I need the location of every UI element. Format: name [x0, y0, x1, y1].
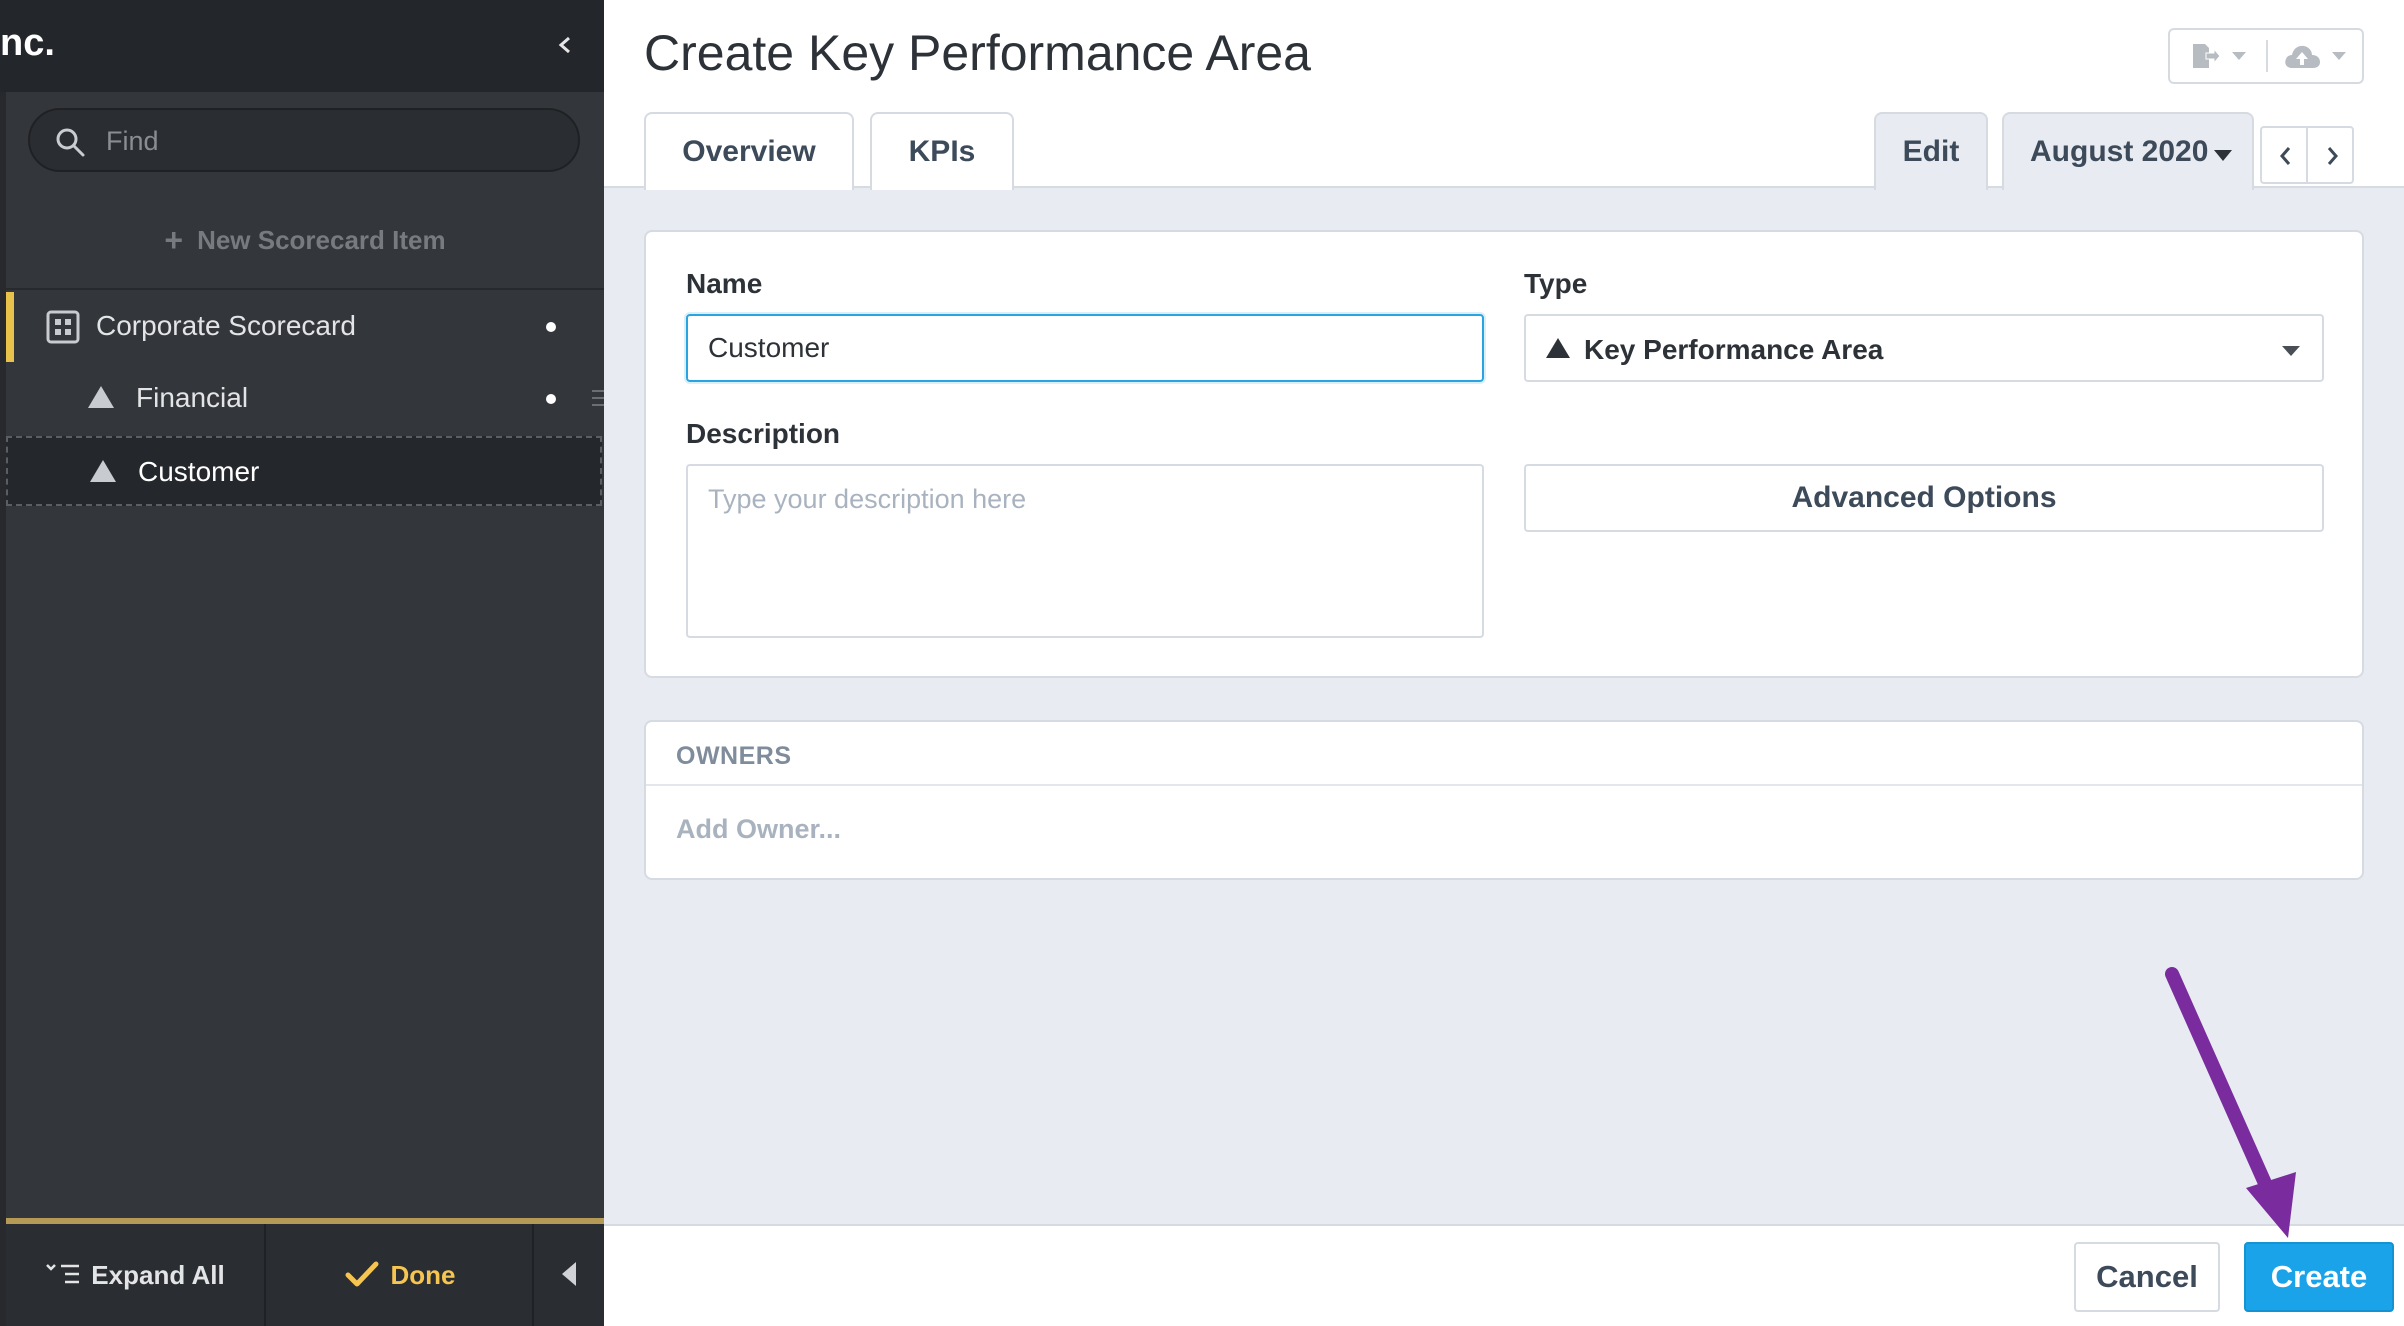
collapse-sidebar-button[interactable]	[548, 26, 582, 64]
add-owner-input[interactable]: Add Owner...	[676, 814, 841, 845]
active-accent-bar	[6, 292, 14, 362]
cloud-upload-button[interactable]	[2268, 30, 2364, 82]
owners-title: OWNERS	[676, 742, 792, 770]
tab-overview[interactable]: Overview	[644, 112, 854, 190]
done-button[interactable]: Done	[268, 1224, 534, 1326]
chevron-right-icon	[2327, 147, 2338, 165]
search-input[interactable]	[106, 120, 556, 162]
triangle-icon	[88, 386, 114, 408]
type-select-value: Key Performance Area	[1584, 334, 1884, 365]
scorecard-icon	[46, 310, 80, 344]
sidebar-item-label: Financial	[136, 382, 249, 413]
caret-down-icon	[2214, 150, 2232, 161]
description-input[interactable]	[686, 464, 1484, 638]
plus-icon: +	[164, 222, 184, 258]
details-form-card: Name Type Key Performance Area Descripti…	[644, 230, 2364, 678]
caret-down-icon	[2282, 346, 2300, 356]
cancel-button[interactable]: Cancel	[2074, 1242, 2220, 1312]
new-scorecard-item-button[interactable]: + New Scorecard Item	[6, 210, 604, 270]
next-period-button[interactable]	[2306, 126, 2354, 184]
tab-kpis[interactable]: KPIs	[870, 112, 1014, 190]
tab-edit[interactable]: Edit	[1874, 112, 1988, 190]
status-dot	[546, 322, 556, 332]
sidebar-item-label: Customer	[138, 456, 260, 487]
sidebar-item-customer[interactable]: Customer	[6, 436, 602, 506]
dropdown-caret-icon	[2232, 52, 2246, 60]
sidebar-edge	[0, 92, 6, 1326]
expand-all-label: Expand All	[91, 1260, 225, 1290]
triangle-icon	[90, 460, 116, 482]
search-box[interactable]	[28, 108, 580, 172]
page-footer: Cancel Create	[604, 1224, 2404, 1326]
owners-card: OWNERS Add Owner...	[644, 720, 2364, 880]
dropdown-caret-icon	[2332, 52, 2346, 60]
status-dot	[546, 394, 556, 404]
create-button[interactable]: Create	[2244, 1242, 2394, 1312]
expand-all-button[interactable]: Expand All	[6, 1224, 266, 1326]
owners-header: OWNERS	[646, 722, 2362, 786]
checkmark-icon	[345, 1261, 378, 1287]
search-icon	[56, 128, 85, 157]
main-panel: Create Key Performance Area Overview KPI…	[604, 0, 2404, 1326]
period-label: August 2020	[2030, 135, 2209, 168]
description-label: Description	[686, 418, 841, 449]
name-input[interactable]	[686, 314, 1484, 382]
triangle-icon	[1546, 338, 1570, 358]
advanced-options-button[interactable]: Advanced Options	[1524, 464, 2324, 532]
chevron-left-icon	[558, 36, 570, 54]
name-label: Name	[686, 268, 763, 299]
drag-handle-icon[interactable]	[592, 386, 604, 410]
sidebar: nc. + New Scorecard Item Corporate Scorec…	[0, 0, 604, 1326]
sidebar-item-financial[interactable]: Financial	[6, 364, 604, 434]
export-button[interactable]	[2170, 30, 2266, 82]
new-scorecard-item-label: New Scorecard Item	[197, 225, 446, 255]
cloud-upload-icon	[2285, 45, 2320, 68]
previous-period-button[interactable]	[2260, 126, 2308, 184]
period-selector[interactable]: August 2020	[2002, 112, 2254, 190]
caret-left-icon	[562, 1262, 576, 1286]
page-title: Create Key Performance Area	[644, 25, 1311, 81]
type-select[interactable]: Key Performance Area	[1524, 314, 2324, 382]
organization-name: nc.	[0, 22, 55, 64]
expand-all-icon	[46, 1264, 80, 1284]
page-header: Create Key Performance Area Overview KPI…	[604, 0, 2404, 190]
sidebar-item-corporate-scorecard[interactable]: Corporate Scorecard	[6, 292, 604, 362]
sidebar-item-label: Corporate Scorecard	[96, 310, 356, 341]
hide-sidebar-button[interactable]	[536, 1224, 604, 1326]
sidebar-header: nc.	[0, 0, 604, 92]
sidebar-footer: Expand All Done	[6, 1224, 604, 1326]
done-label: Done	[390, 1260, 456, 1290]
header-actions	[2168, 28, 2364, 84]
export-icon	[2193, 44, 2220, 68]
type-label: Type	[1524, 268, 1588, 299]
chevron-left-icon	[2280, 147, 2291, 165]
divider	[6, 288, 604, 290]
